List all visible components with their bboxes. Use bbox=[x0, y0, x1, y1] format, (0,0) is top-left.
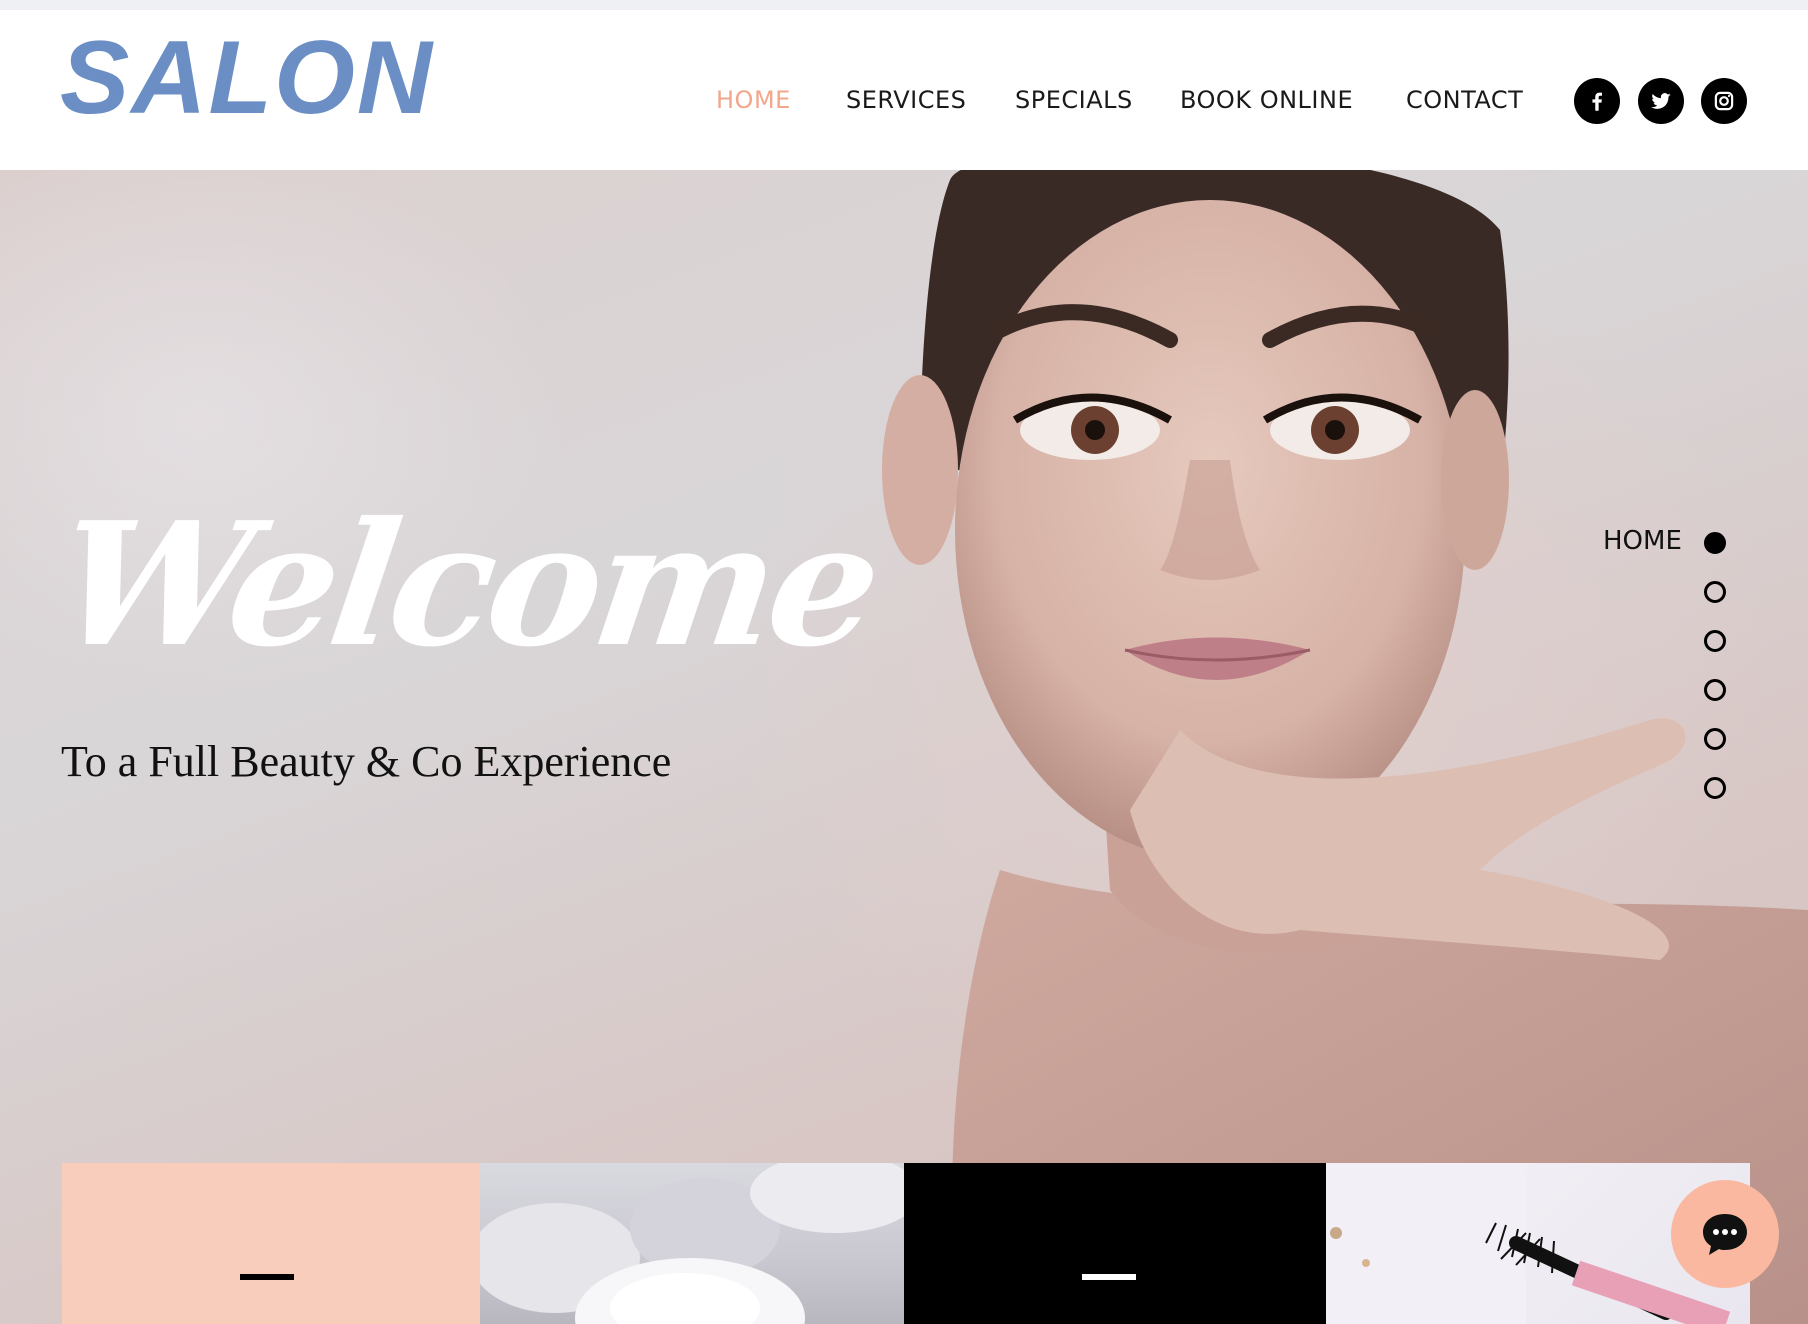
facebook-icon[interactable] bbox=[1574, 78, 1620, 124]
section-dot-6[interactable] bbox=[1704, 777, 1726, 799]
section-dot-4[interactable] bbox=[1704, 679, 1726, 701]
chat-button[interactable] bbox=[1671, 1180, 1779, 1288]
spa-stones-image[interactable] bbox=[480, 1163, 904, 1324]
top-border bbox=[0, 0, 1808, 10]
nav-specials[interactable]: SPECIALS bbox=[1015, 84, 1133, 116]
logo-text: SALON bbox=[60, 20, 434, 136]
section-dot-2[interactable] bbox=[1704, 581, 1726, 603]
nav-services[interactable]: SERVICES bbox=[846, 84, 966, 116]
section-nav-label: HOME bbox=[1603, 526, 1682, 556]
chat-bubble-icon bbox=[1703, 1214, 1747, 1255]
nav-contact[interactable]: CONTACT bbox=[1406, 84, 1523, 116]
logo[interactable]: SALON bbox=[42, 22, 497, 132]
tile-dash bbox=[240, 1274, 294, 1280]
hero-subheadline: To a Full Beauty & Co Experience bbox=[61, 737, 672, 786]
tile-dash bbox=[1082, 1274, 1136, 1280]
feature-tile-1[interactable] bbox=[62, 1163, 480, 1324]
hero-section: Welcome To a Full Beauty & Co Experience… bbox=[0, 170, 1808, 1324]
feature-tile-3[interactable] bbox=[904, 1163, 1326, 1324]
nav-home[interactable]: HOME bbox=[716, 84, 791, 116]
section-dot-3[interactable] bbox=[1704, 630, 1726, 652]
hero-headline: Welcome bbox=[45, 485, 887, 685]
instagram-icon[interactable] bbox=[1701, 78, 1747, 124]
section-dot-1[interactable] bbox=[1704, 532, 1726, 554]
nav-book-online[interactable]: BOOK ONLINE bbox=[1180, 84, 1353, 116]
site-header: SALON HOME SERVICES SPECIALS BOOK ONLINE… bbox=[0, 10, 1808, 170]
section-dot-5[interactable] bbox=[1704, 728, 1726, 750]
twitter-icon[interactable] bbox=[1638, 78, 1684, 124]
